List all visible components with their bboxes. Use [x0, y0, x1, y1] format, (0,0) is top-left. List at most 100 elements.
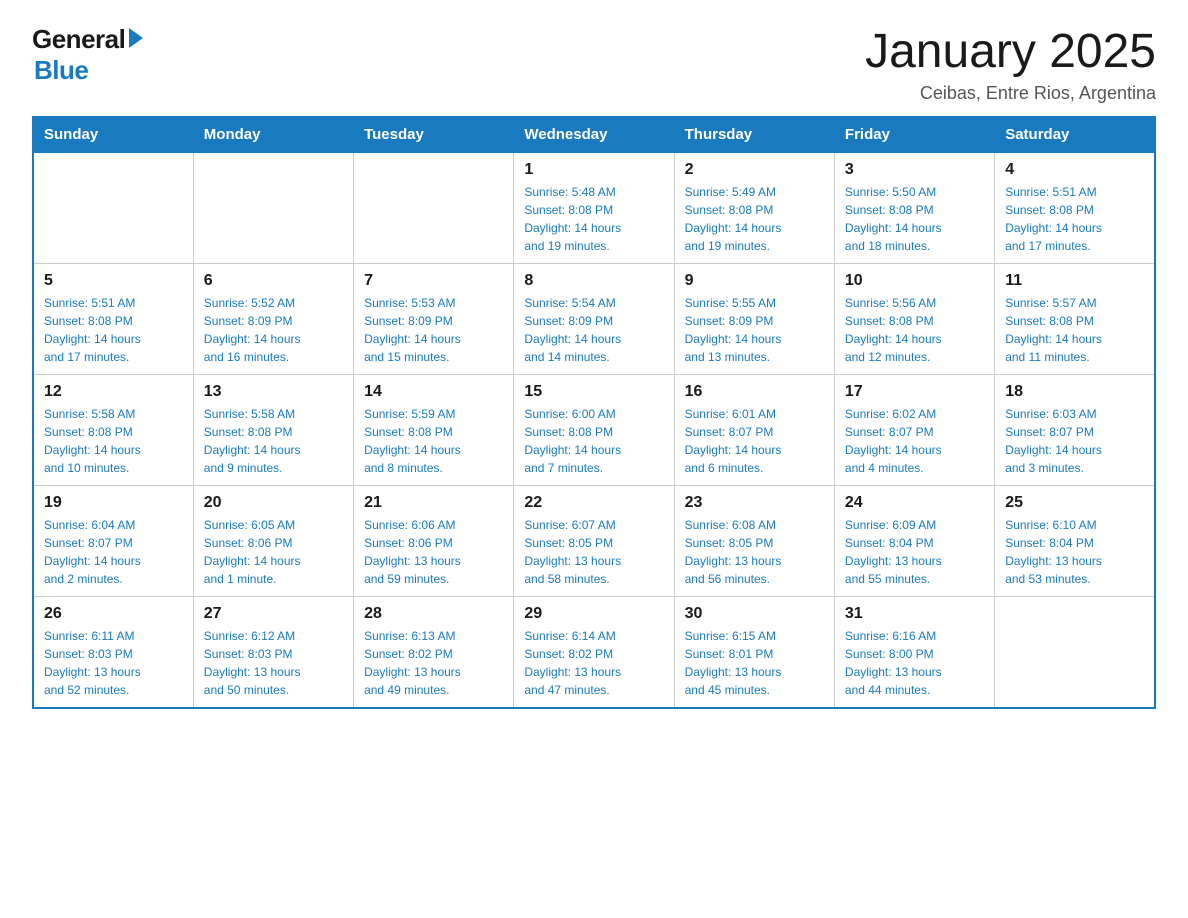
calendar-cell: 16Sunrise: 6:01 AM Sunset: 8:07 PM Dayli…: [674, 375, 834, 486]
day-number: 17: [845, 383, 984, 401]
calendar-cell: 19 Sunrise: 6:04 AM Sunset: 8:07 PM Dayli…: [33, 486, 193, 597]
day-info: Sunrise: 6:06 AM Sunset: 8:06 PM Dayligh…: [364, 516, 503, 588]
day-number: 21: [364, 494, 503, 512]
calendar-cell: 25 Sunrise: 6:10 AM Sunset: 8:04 PM Dayli…: [995, 486, 1155, 597]
calendar-cell: 1 Sunrise: 5:48 AM Sunset: 8:08 PM Daylig…: [514, 152, 674, 264]
day-info: Sunrise: 6:16 AM Sunset: 8:00 PM Dayligh…: [845, 627, 984, 699]
title-section: January 2025 Ceibas, Entre Rios, Argenti…: [865, 24, 1156, 104]
logo-arrow-icon: [129, 28, 143, 48]
header-day-thursday: Thursday: [674, 117, 834, 152]
day-number: 22: [524, 494, 663, 512]
day-number: 23: [685, 494, 824, 512]
week-row-3: 12 Sunrise: 5:58 AM Sunset: 8:08 PM Dayli…: [33, 375, 1155, 486]
day-number: 10: [845, 272, 984, 290]
day-info: Sunrise: 6:03 AM Sunset: 8:07 PM Dayligh…: [1005, 405, 1144, 477]
header-day-monday: Monday: [193, 117, 353, 152]
logo-blue-text: Blue: [34, 55, 88, 86]
day-number: 9: [685, 272, 824, 290]
calendar-title: January 2025: [865, 24, 1156, 79]
day-number: 27: [204, 605, 343, 623]
day-info: Sunrise: 6:01 AM Sunset: 8:07 PM Dayligh…: [685, 405, 824, 477]
day-info: Sunrise: 6:12 AM Sunset: 8:03 PM Dayligh…: [204, 627, 343, 699]
day-number: 18: [1005, 383, 1144, 401]
calendar-table: SundayMondayTuesdayWednesdayThursdayFrid…: [32, 116, 1156, 709]
calendar-cell: 12 Sunrise: 5:58 AM Sunset: 8:08 PM Dayli…: [33, 375, 193, 486]
day-number: 4: [1005, 161, 1144, 179]
day-info: Sunrise: 5:49 AM Sunset: 8:08 PM Dayligh…: [685, 183, 824, 255]
calendar-cell: 13Sunrise: 5:58 AM Sunset: 8:08 PM Dayli…: [193, 375, 353, 486]
calendar-cell: 4 Sunrise: 5:51 AM Sunset: 8:08 PM Daylig…: [995, 152, 1155, 264]
calendar-cell: 22 Sunrise: 6:07 AM Sunset: 8:05 PM Dayli…: [514, 486, 674, 597]
day-info: Sunrise: 5:57 AM Sunset: 8:08 PM Dayligh…: [1005, 294, 1144, 366]
week-row-1: 1 Sunrise: 5:48 AM Sunset: 8:08 PM Daylig…: [33, 152, 1155, 264]
day-number: 14: [364, 383, 503, 401]
day-number: 28: [364, 605, 503, 623]
day-number: 30: [685, 605, 824, 623]
day-info: Sunrise: 5:51 AM Sunset: 8:08 PM Dayligh…: [1005, 183, 1144, 255]
calendar-cell: 17 Sunrise: 6:02 AM Sunset: 8:07 PM Dayli…: [834, 375, 994, 486]
day-info: Sunrise: 6:10 AM Sunset: 8:04 PM Dayligh…: [1005, 516, 1144, 588]
calendar-cell: 9 Sunrise: 5:55 AM Sunset: 8:09 PM Daylig…: [674, 264, 834, 375]
day-info: Sunrise: 6:15 AM Sunset: 8:01 PM Dayligh…: [685, 627, 824, 699]
day-number: 1: [524, 161, 663, 179]
day-info: Sunrise: 6:11 AM Sunset: 8:03 PM Dayligh…: [44, 627, 183, 699]
calendar-subtitle: Ceibas, Entre Rios, Argentina: [865, 83, 1156, 104]
week-row-2: 5Sunrise: 5:51 AM Sunset: 8:08 PM Daylig…: [33, 264, 1155, 375]
day-number: 6: [204, 272, 343, 290]
logo: General Blue: [32, 24, 143, 86]
day-info: Sunrise: 5:48 AM Sunset: 8:08 PM Dayligh…: [524, 183, 663, 255]
day-info: Sunrise: 5:55 AM Sunset: 8:09 PM Dayligh…: [685, 294, 824, 366]
calendar-cell: 20Sunrise: 6:05 AM Sunset: 8:06 PM Dayli…: [193, 486, 353, 597]
day-info: Sunrise: 5:50 AM Sunset: 8:08 PM Dayligh…: [845, 183, 984, 255]
calendar-cell: 15Sunrise: 6:00 AM Sunset: 8:08 PM Dayli…: [514, 375, 674, 486]
day-info: Sunrise: 6:04 AM Sunset: 8:07 PM Dayligh…: [44, 516, 183, 588]
day-number: 15: [524, 383, 663, 401]
day-info: Sunrise: 6:02 AM Sunset: 8:07 PM Dayligh…: [845, 405, 984, 477]
calendar-cell: 29 Sunrise: 6:14 AM Sunset: 8:02 PM Dayli…: [514, 597, 674, 709]
week-row-4: 19 Sunrise: 6:04 AM Sunset: 8:07 PM Dayli…: [33, 486, 1155, 597]
day-info: Sunrise: 5:59 AM Sunset: 8:08 PM Dayligh…: [364, 405, 503, 477]
header-row: SundayMondayTuesdayWednesdayThursdayFrid…: [33, 117, 1155, 152]
calendar-cell: 26 Sunrise: 6:11 AM Sunset: 8:03 PM Dayli…: [33, 597, 193, 709]
calendar-cell: 2Sunrise: 5:49 AM Sunset: 8:08 PM Daylig…: [674, 152, 834, 264]
calendar-cell: 18 Sunrise: 6:03 AM Sunset: 8:07 PM Dayli…: [995, 375, 1155, 486]
calendar-cell: 3 Sunrise: 5:50 AM Sunset: 8:08 PM Daylig…: [834, 152, 994, 264]
header-day-tuesday: Tuesday: [354, 117, 514, 152]
calendar-cell: 6 Sunrise: 5:52 AM Sunset: 8:09 PM Daylig…: [193, 264, 353, 375]
header-day-saturday: Saturday: [995, 117, 1155, 152]
calendar-cell: 28Sunrise: 6:13 AM Sunset: 8:02 PM Dayli…: [354, 597, 514, 709]
day-number: 25: [1005, 494, 1144, 512]
calendar-cell: 11 Sunrise: 5:57 AM Sunset: 8:08 PM Dayli…: [995, 264, 1155, 375]
day-info: Sunrise: 6:14 AM Sunset: 8:02 PM Dayligh…: [524, 627, 663, 699]
day-info: Sunrise: 6:07 AM Sunset: 8:05 PM Dayligh…: [524, 516, 663, 588]
calendar-wrapper: SundayMondayTuesdayWednesdayThursdayFrid…: [0, 116, 1188, 741]
day-number: 31: [845, 605, 984, 623]
day-number: 8: [524, 272, 663, 290]
day-info: Sunrise: 5:54 AM Sunset: 8:09 PM Dayligh…: [524, 294, 663, 366]
header: General Blue January 2025 Ceibas, Entre …: [0, 0, 1188, 116]
day-number: 29: [524, 605, 663, 623]
calendar-cell: [193, 152, 353, 264]
day-number: 5: [44, 272, 183, 290]
day-number: 26: [44, 605, 183, 623]
day-number: 12: [44, 383, 183, 401]
calendar-cell: 21 Sunrise: 6:06 AM Sunset: 8:06 PM Dayli…: [354, 486, 514, 597]
day-info: Sunrise: 5:53 AM Sunset: 8:09 PM Dayligh…: [364, 294, 503, 366]
header-day-friday: Friday: [834, 117, 994, 152]
calendar-cell: 30 Sunrise: 6:15 AM Sunset: 8:01 PM Dayli…: [674, 597, 834, 709]
header-day-sunday: Sunday: [33, 117, 193, 152]
calendar-cell: 27 Sunrise: 6:12 AM Sunset: 8:03 PM Dayli…: [193, 597, 353, 709]
day-number: 7: [364, 272, 503, 290]
day-info: Sunrise: 5:52 AM Sunset: 8:09 PM Dayligh…: [204, 294, 343, 366]
day-number: 11: [1005, 272, 1144, 290]
day-number: 13: [204, 383, 343, 401]
calendar-cell: [33, 152, 193, 264]
day-info: Sunrise: 6:05 AM Sunset: 8:06 PM Dayligh…: [204, 516, 343, 588]
calendar-cell: 8 Sunrise: 5:54 AM Sunset: 8:09 PM Daylig…: [514, 264, 674, 375]
day-info: Sunrise: 6:08 AM Sunset: 8:05 PM Dayligh…: [685, 516, 824, 588]
calendar-cell: 10Sunrise: 5:56 AM Sunset: 8:08 PM Dayli…: [834, 264, 994, 375]
day-number: 3: [845, 161, 984, 179]
day-info: Sunrise: 5:58 AM Sunset: 8:08 PM Dayligh…: [44, 405, 183, 477]
day-number: 19: [44, 494, 183, 512]
calendar-cell: [354, 152, 514, 264]
